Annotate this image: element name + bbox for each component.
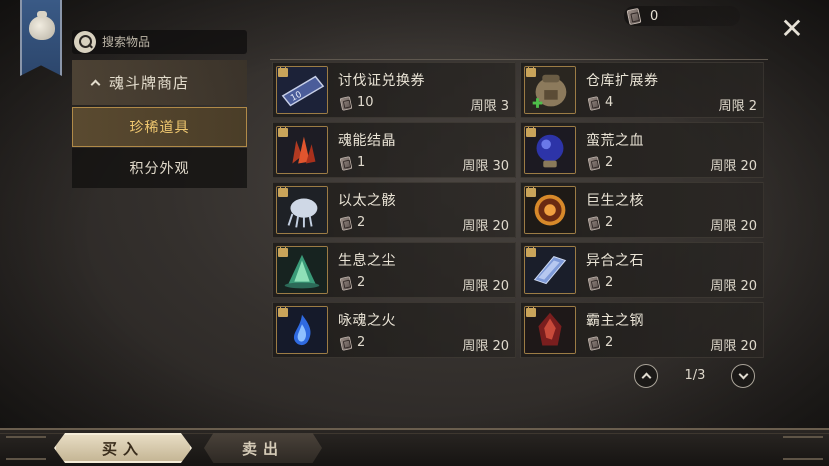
- chevron-up-icon: [641, 372, 652, 383]
- item-weekly-limit: 周限 20: [710, 339, 757, 354]
- item-name: 生息之尘: [338, 253, 396, 269]
- item-price: 2: [357, 275, 366, 290]
- item-thumbnail: 10: [276, 66, 328, 114]
- shop-item[interactable]: 异合之石 2 周限 20: [520, 242, 764, 298]
- item-weekly-limit: 周限 20: [462, 339, 509, 354]
- sidebar-item-label: 积分外观: [129, 161, 190, 177]
- item-thumbnail: [276, 246, 328, 294]
- tab-buy[interactable]: 买入: [54, 433, 192, 463]
- lock-icon: [278, 307, 288, 317]
- left-ornament: [6, 436, 46, 460]
- item-price: 2: [605, 335, 614, 350]
- soul-card-icon: [587, 216, 601, 231]
- page-indicator: 1/3: [684, 368, 706, 383]
- item-weekly-limit: 周限 20: [710, 279, 757, 294]
- sidebar-item-rare-items[interactable]: 珍稀道具: [72, 107, 247, 147]
- item-price: 1: [357, 155, 366, 170]
- page-next-button[interactable]: [731, 364, 755, 388]
- shop-item[interactable]: 仓库扩展券 4 周限 2: [520, 62, 764, 118]
- page-prev-button[interactable]: [634, 364, 658, 388]
- item-price: 2: [605, 215, 614, 230]
- chevron-down-icon: [738, 369, 749, 380]
- search-bar: [72, 30, 247, 54]
- item-price: 2: [357, 215, 366, 230]
- item-price: 10: [357, 95, 374, 110]
- item-weekly-limit: 周限 3: [470, 99, 509, 114]
- item-weekly-limit: 周限 30: [462, 159, 509, 174]
- search-icon[interactable]: [74, 31, 96, 53]
- soul-card-icon: [587, 276, 601, 291]
- chevron-up-icon: [90, 79, 101, 90]
- lock-icon: [526, 127, 536, 137]
- item-thumbnail: [524, 126, 576, 174]
- item-price: 2: [357, 335, 366, 350]
- item-thumbnail: [276, 306, 328, 354]
- item-thumbnail: [276, 126, 328, 174]
- sidebar-item-point-cosmetics[interactable]: 积分外观: [72, 148, 247, 188]
- lock-icon: [278, 67, 288, 77]
- soul-card-icon: [339, 336, 353, 351]
- item-name: 咏魂之火: [338, 313, 396, 329]
- soul-card-icon: [339, 156, 353, 171]
- shop-item[interactable]: 咏魂之火 2 周限 20: [272, 302, 516, 358]
- lock-icon: [526, 247, 536, 257]
- shop-item[interactable]: 10 讨伐证兑换券 10 周限 3: [272, 62, 516, 118]
- currency-amount: 0: [650, 8, 659, 24]
- item-price: 2: [605, 275, 614, 290]
- soul-card-icon: [626, 7, 642, 25]
- shop-item[interactable]: 巨生之核 2 周限 20: [520, 182, 764, 238]
- shop-title: 魂斗牌商店: [109, 74, 190, 92]
- item-name: 异合之石: [586, 253, 644, 269]
- shop-item[interactable]: 以太之骸 2 周限 20: [272, 182, 516, 238]
- shop-item[interactable]: 生息之尘 2 周限 20: [272, 242, 516, 298]
- item-weekly-limit: 周限 20: [462, 219, 509, 234]
- item-thumbnail: [524, 306, 576, 354]
- lock-icon: [526, 187, 536, 197]
- item-weekly-limit: 周限 20: [710, 159, 757, 174]
- item-name: 仓库扩展券: [586, 73, 659, 89]
- item-price: 4: [605, 95, 614, 110]
- currency-display: 0: [624, 6, 740, 26]
- item-thumbnail: [524, 246, 576, 294]
- soul-card-icon: [339, 276, 353, 291]
- sidebar-item-label: 珍稀道具: [129, 120, 190, 136]
- soul-card-icon: [587, 156, 601, 171]
- item-thumbnail: [524, 186, 576, 234]
- right-ornament: [783, 436, 823, 460]
- inventory-banner[interactable]: [20, 0, 62, 76]
- lock-icon: [526, 67, 536, 77]
- item-weekly-limit: 周限 20: [710, 219, 757, 234]
- item-name: 讨伐证兑换券: [338, 73, 425, 89]
- tab-sell[interactable]: 卖出: [204, 433, 322, 463]
- close-icon[interactable]: ✕: [780, 15, 804, 43]
- soul-card-icon: [587, 336, 601, 351]
- soul-card-icon: [339, 216, 353, 231]
- shop-category-header[interactable]: 魂斗牌商店: [72, 60, 247, 105]
- item-name: 魂能结晶: [338, 133, 396, 149]
- lock-icon: [526, 307, 536, 317]
- bag-icon: [29, 11, 55, 40]
- lock-icon: [278, 127, 288, 137]
- item-thumbnail: [524, 66, 576, 114]
- shop-item[interactable]: 霸主之钢 2 周限 20: [520, 302, 764, 358]
- item-thumbnail: [276, 186, 328, 234]
- item-name: 霸主之钢: [586, 313, 644, 329]
- item-name: 蛮荒之血: [586, 133, 644, 149]
- shop-item[interactable]: 蛮荒之血 2 周限 20: [520, 122, 764, 178]
- soul-card-icon: [339, 96, 353, 111]
- shop-item[interactable]: 魂能结晶 1 周限 30: [272, 122, 516, 178]
- soul-card-icon: [587, 96, 601, 111]
- item-name: 以太之骸: [338, 193, 396, 209]
- search-input[interactable]: [102, 35, 242, 49]
- item-weekly-limit: 周限 2: [718, 99, 757, 114]
- item-name: 巨生之核: [586, 193, 644, 209]
- lock-icon: [278, 247, 288, 257]
- shop-item-grid: 10 讨伐证兑换券 10 周限 3 仓库扩展券 4 周限 2 魂能结晶 1 周限…: [270, 59, 768, 359]
- item-weekly-limit: 周限 20: [462, 279, 509, 294]
- lock-icon: [278, 187, 288, 197]
- item-price: 2: [605, 155, 614, 170]
